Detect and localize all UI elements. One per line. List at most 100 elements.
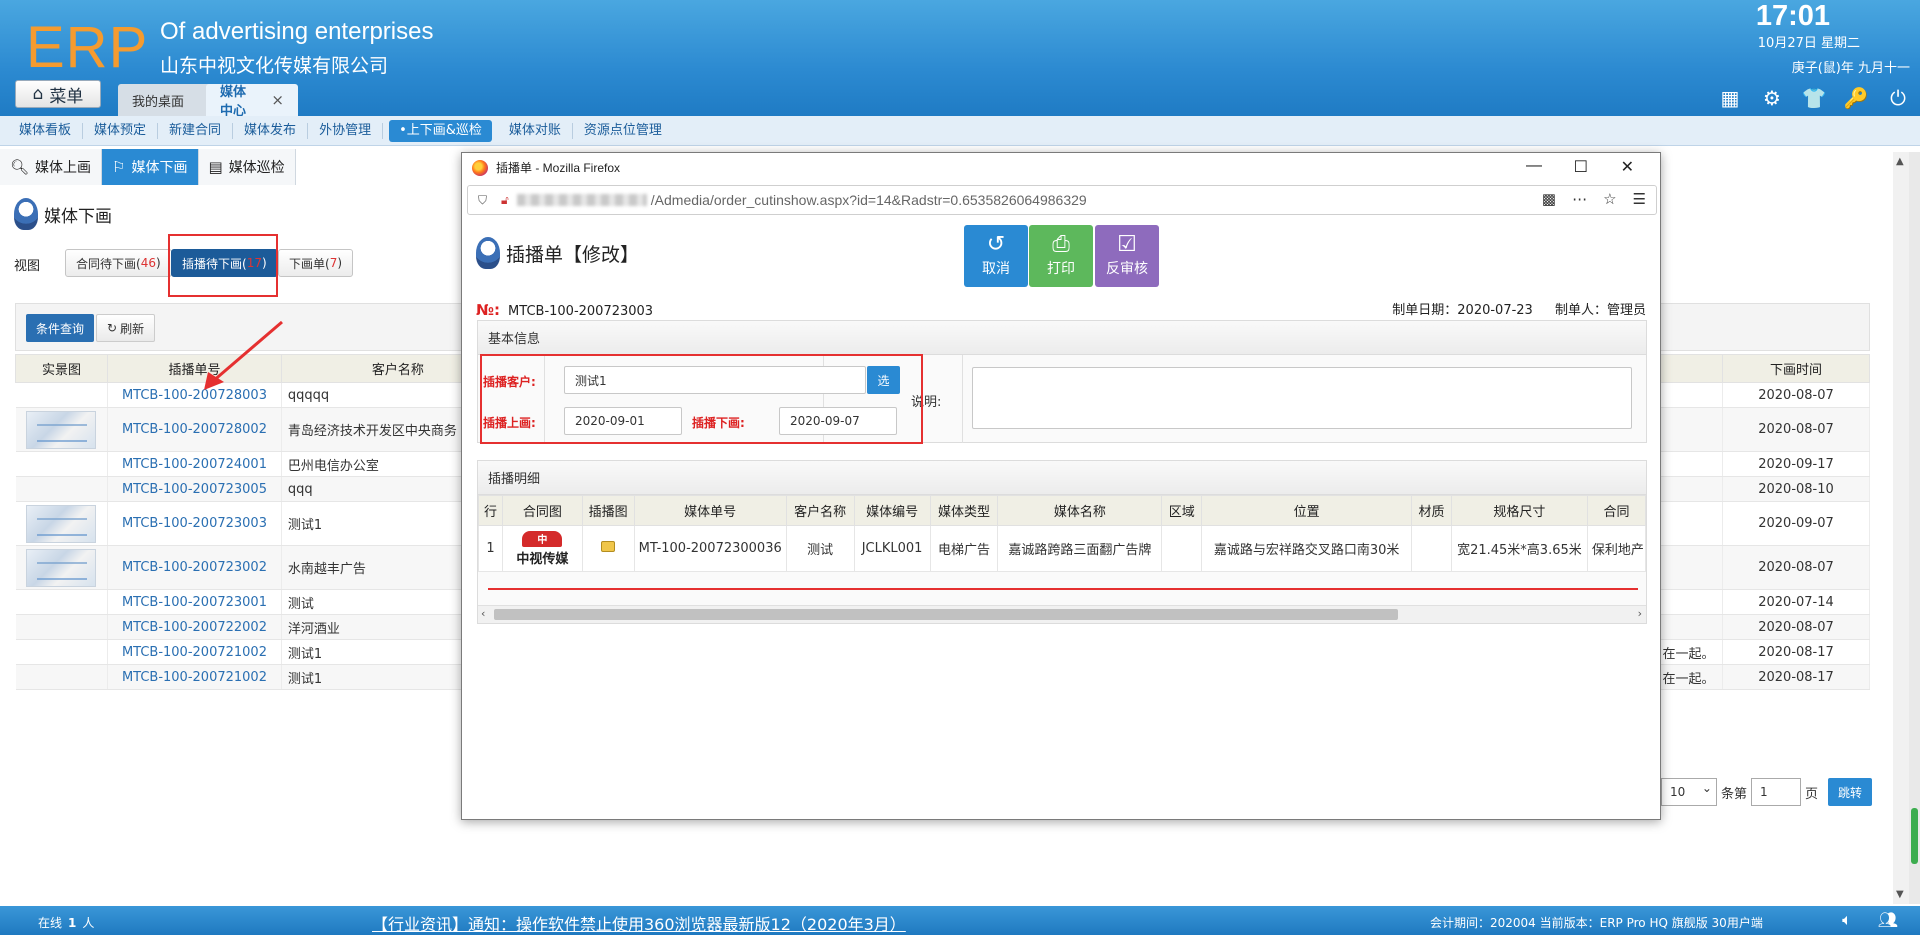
col-size: 规格尺寸	[1450, 495, 1588, 526]
nav-resource-points[interactable]: 资源点位管理	[573, 123, 673, 139]
address-bar[interactable]: ⛉ 🔓︎ /Admedia/order_cutinshow.aspx?id=14…	[467, 185, 1657, 215]
scroll-up-icon[interactable]: ▲	[1896, 156, 1904, 167]
cell-line: 1	[478, 525, 503, 572]
cell-photo[interactable]	[15, 407, 108, 452]
brand-mark-icon: 中	[522, 530, 563, 547]
cancel-button[interactable]: ↺ 取消	[964, 225, 1028, 287]
nav-new-contract[interactable]: 新建合同	[158, 122, 234, 139]
cell-insert-image[interactable]	[581, 525, 635, 572]
cell-order-link[interactable]: MTCB-100-200723003	[107, 501, 282, 546]
nav-media-board[interactable]: 媒体看板	[8, 122, 84, 139]
col-position: 位置	[1201, 495, 1413, 526]
photo-thumbnail[interactable]	[26, 548, 97, 587]
cell-photo[interactable]	[15, 545, 108, 590]
accounting-info: 会计期间：202004 当前版本：ERP Pro HQ 旗舰版 30用户端	[1430, 916, 1763, 930]
picture-icon[interactable]	[601, 541, 616, 552]
side-panel-edge	[1909, 152, 1920, 904]
url-host-blurred	[516, 194, 647, 206]
section-title: 基本信息	[478, 321, 1646, 355]
cell-end-time: 2020-08-10	[1722, 476, 1870, 502]
cell-photo[interactable]	[15, 382, 108, 408]
subtab-label: 媒体巡检	[228, 160, 285, 176]
view-contract-pending[interactable]: 合同待下画(46)	[65, 249, 172, 277]
view-removal-orders[interactable]: 下画单(7)	[278, 249, 354, 277]
gear-icon[interactable]: ⚙	[1760, 86, 1784, 110]
cell-photo[interactable]	[15, 501, 108, 546]
cell-photo[interactable]	[15, 589, 108, 615]
col-media-code: 媒体编号	[853, 495, 931, 526]
cell-contract-image[interactable]: 中 中视传媒	[501, 525, 583, 572]
mascot-icon	[476, 237, 500, 269]
subtab-inspection[interactable]: ▤ 媒体巡检	[198, 149, 296, 185]
detail-row[interactable]: 1 中 中视传媒 MT-100-20072300036 测试 JCLKL001 …	[478, 525, 1647, 572]
horizontal-scrollbar[interactable]: ‹ ›	[478, 605, 1646, 623]
doc-maker: 制单人：管理员	[1554, 303, 1646, 318]
scroll-right-icon[interactable]: ›	[1638, 607, 1642, 620]
cell-photo[interactable]	[15, 664, 108, 690]
scroll-down-icon[interactable]: ▼	[1896, 889, 1904, 900]
cell-photo[interactable]	[15, 614, 108, 640]
minimize-icon[interactable]: —	[1526, 157, 1542, 175]
cell-end-time: 2020-08-17	[1722, 639, 1870, 665]
nav-media-booking[interactable]: 媒体预定	[83, 122, 159, 139]
refresh-button[interactable]: ↻ 刷新	[96, 314, 156, 342]
speaker-icon[interactable]: 🔈︎	[1842, 910, 1852, 930]
jump-button[interactable]: 跳转	[1827, 778, 1872, 806]
close-icon[interactable]: ×	[271, 91, 284, 109]
qr-code-icon[interactable]: ▩	[1542, 190, 1556, 208]
vertical-scrollbar[interactable]: ▲ ▼	[1893, 152, 1909, 904]
nav-media-reconcile[interactable]: 媒体对账	[498, 122, 573, 139]
cell-media-name: 嘉诚路跨路三面翻广告牌	[997, 525, 1163, 572]
close-icon[interactable]: ✕	[1621, 157, 1634, 177]
cell-end-time: 2020-07-14	[1722, 589, 1870, 615]
cell-order-link[interactable]: MTCB-100-200723001	[107, 589, 282, 615]
cell-order-link[interactable]: MTCB-100-200728002	[107, 407, 282, 452]
power-icon[interactable]: ⏻	[1886, 86, 1910, 110]
photo-thumbnail[interactable]	[26, 410, 97, 449]
remark-textarea[interactable]	[972, 367, 1632, 429]
hamburger-menu-icon[interactable]: ☰	[1633, 190, 1646, 208]
cell-order-link[interactable]: MTCB-100-200722002	[107, 614, 282, 640]
scroll-left-icon[interactable]: ‹	[481, 607, 485, 620]
nav-media-publish[interactable]: 媒体发布	[233, 122, 309, 139]
subtab-posting[interactable]: 🔍︎ 媒体上画	[0, 149, 103, 185]
cell-order-link[interactable]: MTCB-100-200721002	[107, 664, 282, 690]
print-button[interactable]: ⎙ 打印	[1029, 225, 1093, 287]
page-size-select[interactable]: 10	[1660, 778, 1717, 806]
reverse-audit-button[interactable]: ☑ 反审核	[1095, 225, 1159, 287]
lunar-date: 庚子(鼠)年 九月十一	[1791, 61, 1910, 76]
cell-order-link[interactable]: MTCB-100-200724001	[107, 451, 282, 477]
subtab-removal[interactable]: ⚐ 媒体下画	[102, 149, 199, 185]
scroll-thumb[interactable]	[494, 609, 1398, 620]
star-icon[interactable]: ☆	[1603, 190, 1616, 208]
tab-my-desktop[interactable]: 我的桌面	[118, 84, 214, 116]
layout-icon[interactable]: ▦	[1718, 86, 1742, 110]
cell-end-time: 2020-08-07	[1722, 614, 1870, 640]
cell-photo[interactable]	[15, 451, 108, 477]
key-icon[interactable]: 🔑	[1844, 86, 1869, 110]
cell-photo[interactable]	[15, 476, 108, 502]
nav-posting-inspection[interactable]: •上下画&巡检	[389, 119, 492, 142]
cell-photo[interactable]	[15, 639, 108, 665]
photo-thumbnail[interactable]	[26, 504, 97, 543]
cell-order-link[interactable]: MTCB-100-200723005	[107, 476, 282, 502]
cell-order-link[interactable]: MTCB-100-200723002	[107, 545, 282, 590]
more-icon[interactable]: ⋯	[1572, 190, 1587, 208]
online-count: 1	[68, 916, 77, 930]
customer-text: qqqqq	[287, 387, 330, 403]
query-button[interactable]: 条件查询	[26, 314, 95, 342]
customer-text: 测试1	[287, 646, 323, 662]
maximize-icon[interactable]: ☐	[1574, 157, 1588, 177]
page-title: 媒体下画	[14, 198, 112, 230]
page-number-input[interactable]: 1	[1750, 778, 1801, 806]
customer-text: 测试1	[287, 518, 323, 533]
print-label: 打印	[1047, 261, 1075, 277]
shirt-icon[interactable]: 👕	[1802, 86, 1827, 110]
users-icon[interactable]: 👥︎	[1878, 910, 1898, 930]
cell-order-link[interactable]: MTCB-100-200721002	[107, 639, 282, 665]
nav-outsourcing[interactable]: 外协管理	[308, 122, 384, 139]
tab-label: 我的桌面	[132, 94, 185, 110]
menu-button[interactable]: ⌂ 菜单	[15, 80, 101, 108]
tab-media-center[interactable]: 媒体中心 ×	[206, 84, 298, 119]
news-link[interactable]: 【行业资讯】通知：操作软件禁止使用360浏览器最新版12（2020年3月）	[372, 911, 906, 935]
